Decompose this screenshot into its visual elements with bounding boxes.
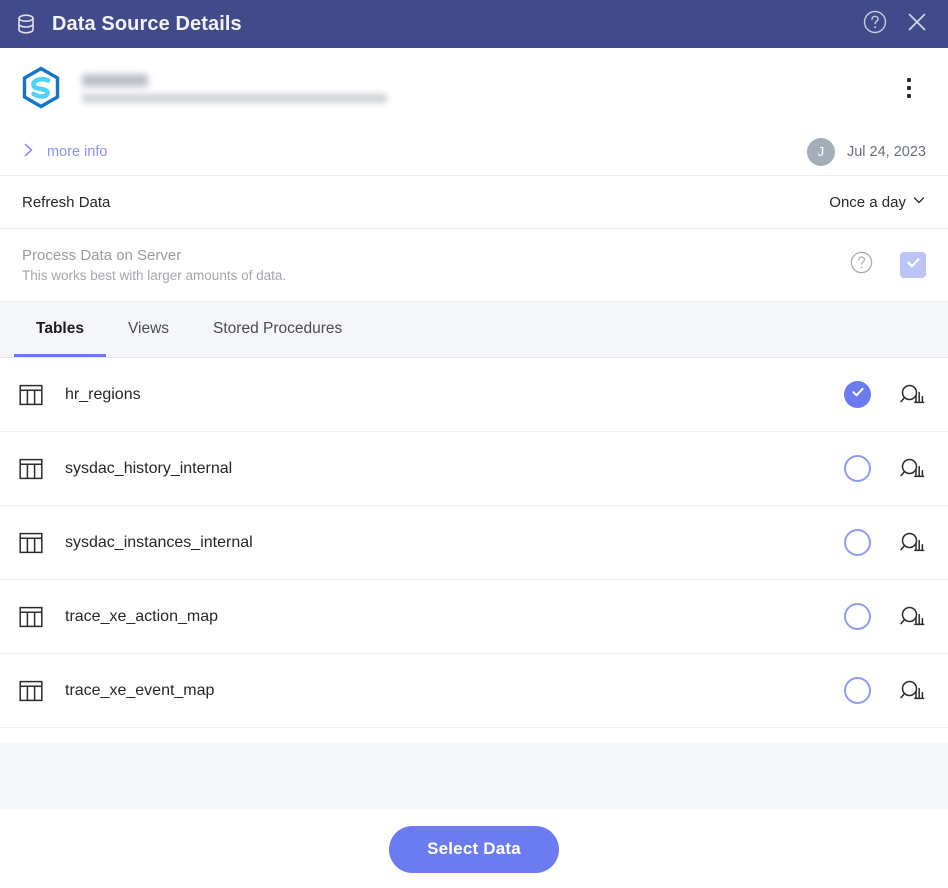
tab-stored-procedures[interactable]: Stored Procedures bbox=[191, 301, 364, 357]
table-name: hr_regions bbox=[65, 385, 141, 403]
data-source-details-dialog: Data Source Details more info J Jul 24, … bbox=[0, 0, 948, 888]
data-source-identity bbox=[82, 73, 892, 103]
table-select-radio[interactable] bbox=[844, 529, 871, 556]
check-icon bbox=[850, 384, 866, 405]
process-data-checkbox[interactable] bbox=[900, 252, 926, 278]
preview-data-icon[interactable] bbox=[898, 678, 926, 704]
list-bottom-spacer bbox=[0, 742, 948, 810]
last-updated-date: Jul 24, 2023 bbox=[846, 143, 926, 160]
dialog-title: Data Source Details bbox=[52, 12, 242, 35]
select-data-button[interactable]: Select Data bbox=[389, 825, 559, 873]
tab-label: Tables bbox=[36, 320, 84, 337]
table-select-radio[interactable] bbox=[844, 455, 871, 482]
hexagon-s-logo-icon bbox=[18, 65, 64, 111]
table-grid-icon bbox=[18, 382, 44, 408]
data-source-connection-redacted bbox=[82, 93, 387, 103]
preview-data-icon[interactable] bbox=[898, 530, 926, 556]
table-row-controls bbox=[844, 455, 926, 482]
table-name: sysdac_history_internal bbox=[65, 459, 233, 477]
help-circle-icon[interactable] bbox=[849, 250, 874, 280]
object-type-tabs: Tables Views Stored Procedures bbox=[0, 302, 948, 358]
preview-data-icon[interactable] bbox=[898, 604, 926, 630]
dialog-footer: Select Data bbox=[0, 810, 948, 888]
table-row-controls bbox=[844, 603, 926, 630]
refresh-frequency-dropdown[interactable]: Once a day bbox=[829, 193, 926, 211]
more-info-label: more info bbox=[47, 143, 108, 160]
table-row-controls bbox=[844, 529, 926, 556]
refresh-data-label: Refresh Data bbox=[22, 193, 111, 211]
table-select-radio[interactable] bbox=[844, 603, 871, 630]
refresh-data-row: Refresh Data Once a day bbox=[0, 176, 948, 229]
check-icon bbox=[905, 254, 922, 276]
table-grid-icon bbox=[18, 604, 44, 630]
more-info-row: more info J Jul 24, 2023 bbox=[0, 128, 948, 176]
tab-label: Views bbox=[127, 320, 170, 337]
refresh-frequency-value: Once a day bbox=[829, 193, 906, 211]
tab-views[interactable]: Views bbox=[106, 301, 191, 357]
close-icon bbox=[904, 9, 930, 40]
chevron-right-icon bbox=[22, 142, 35, 162]
process-data-subtitle: This works best with larger amounts of d… bbox=[22, 268, 287, 283]
table-grid-icon bbox=[18, 530, 44, 556]
help-circle-icon bbox=[862, 9, 888, 40]
tab-tables[interactable]: Tables bbox=[14, 301, 106, 357]
process-data-on-server-row: Process Data on Server This works best w… bbox=[0, 229, 948, 302]
kebab-dot bbox=[907, 86, 911, 90]
table-grid-icon bbox=[18, 678, 44, 704]
table-name: sysdac_instances_internal bbox=[65, 533, 253, 551]
close-button[interactable] bbox=[900, 7, 934, 41]
database-icon bbox=[14, 12, 38, 36]
chevron-down-icon bbox=[912, 193, 926, 211]
preview-data-icon[interactable] bbox=[898, 456, 926, 482]
process-data-title: Process Data on Server bbox=[22, 247, 182, 264]
owner-and-date: J Jul 24, 2023 bbox=[806, 137, 926, 166]
table-name: trace_xe_event_map bbox=[65, 681, 215, 699]
data-source-header bbox=[0, 48, 948, 128]
kebab-menu-icon[interactable] bbox=[892, 68, 926, 108]
more-info-toggle[interactable]: more info bbox=[22, 142, 107, 162]
avatar[interactable]: J bbox=[806, 137, 835, 166]
data-source-name-redacted bbox=[82, 73, 148, 87]
table-row[interactable]: sysdac_instances_internal bbox=[0, 506, 948, 580]
table-row-controls bbox=[844, 677, 926, 704]
help-button[interactable] bbox=[858, 7, 892, 41]
table-row[interactable]: sysdac_history_internal bbox=[0, 432, 948, 506]
dialog-titlebar: Data Source Details bbox=[0, 0, 948, 48]
process-data-texts: Process Data on Server This works best w… bbox=[22, 247, 286, 283]
table-grid-icon bbox=[18, 456, 44, 482]
kebab-dot bbox=[907, 78, 911, 82]
table-name: trace_xe_action_map bbox=[65, 607, 218, 625]
table-select-radio[interactable] bbox=[844, 381, 871, 408]
table-row[interactable]: trace_xe_action_map bbox=[0, 580, 948, 654]
process-data-controls bbox=[849, 250, 926, 280]
table-row-controls bbox=[844, 381, 926, 408]
tab-label: Stored Procedures bbox=[213, 320, 343, 337]
table-row[interactable]: trace_xe_event_map bbox=[0, 654, 948, 728]
table-select-radio[interactable] bbox=[844, 677, 871, 704]
kebab-dot bbox=[907, 94, 911, 98]
preview-data-icon[interactable] bbox=[898, 382, 926, 408]
table-row[interactable]: hr_regions bbox=[0, 358, 948, 432]
tables-list: hr_regions sysdac_history_internal sysda… bbox=[0, 358, 948, 742]
